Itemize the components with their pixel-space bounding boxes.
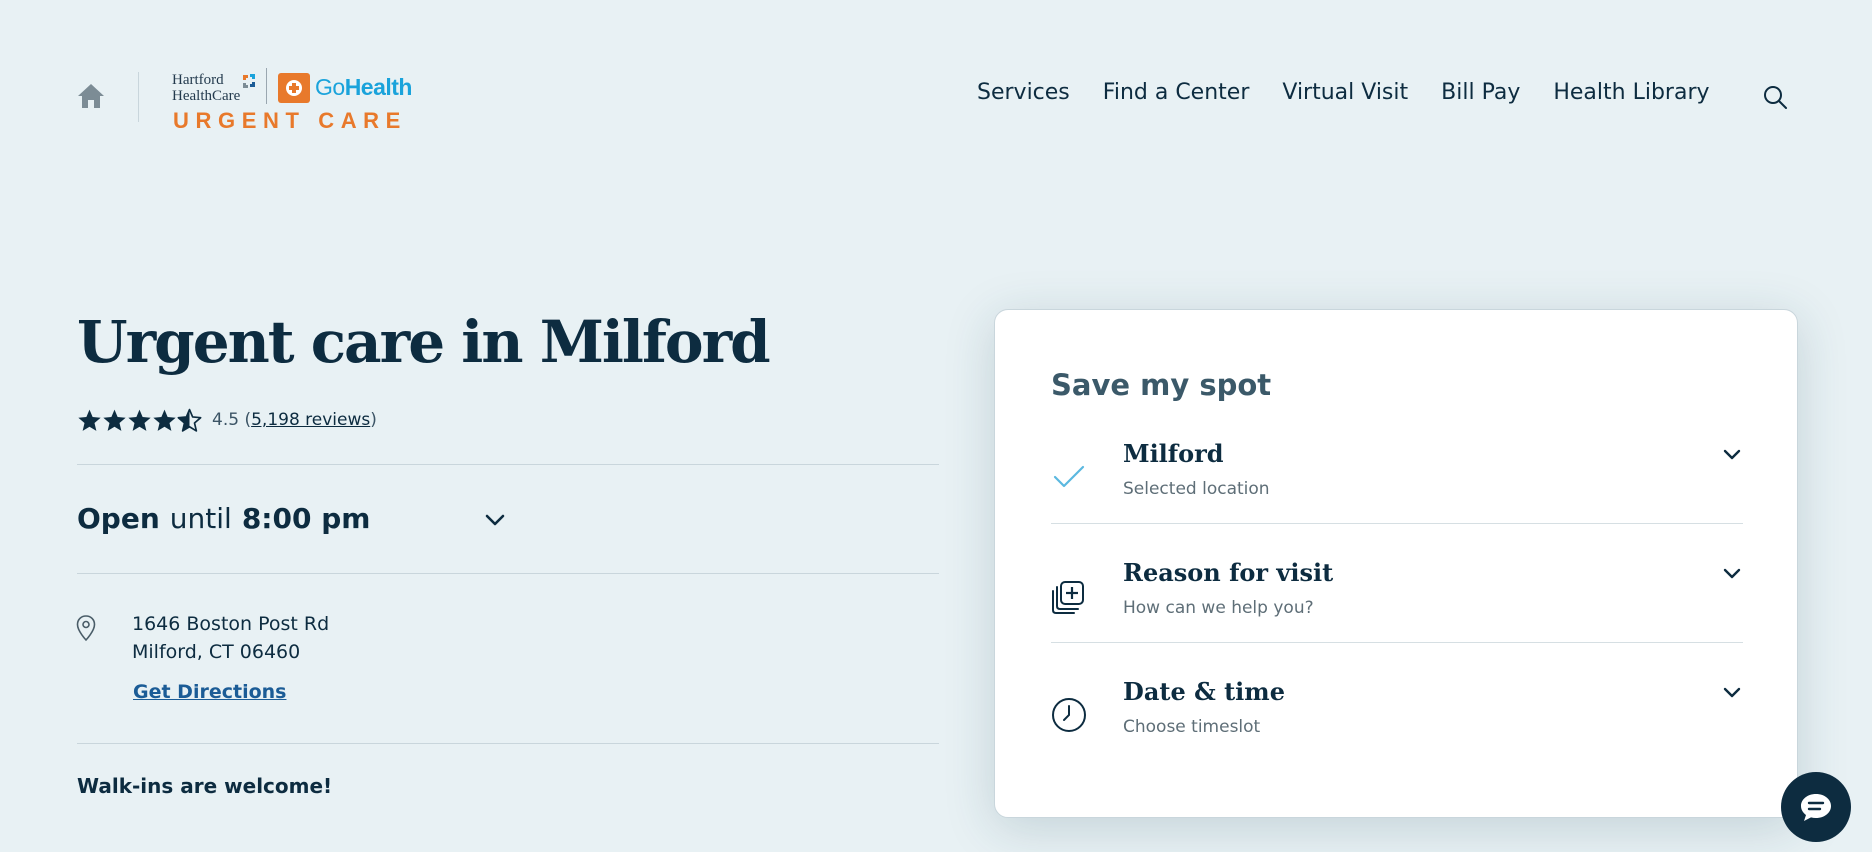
step-subtitle: Selected location: [1123, 479, 1270, 499]
save-my-spot-card: Save my spot Milford Selected location R…: [994, 309, 1798, 818]
rating-value: 4.5: [212, 410, 240, 430]
chevron-down-icon[interactable]: [483, 508, 507, 532]
star-half-icon: [177, 408, 202, 432]
nav-bill-pay[interactable]: Bill Pay: [1441, 80, 1520, 105]
chevron-down-icon[interactable]: [1721, 443, 1743, 465]
step-divider: [1051, 642, 1743, 643]
chat-button[interactable]: [1781, 772, 1851, 842]
center-address: 1646 Boston Post Rd Milford, CT 06460: [132, 610, 329, 666]
rating-text: 4.5 (5,198 reviews): [212, 410, 377, 430]
rating-summary: 4.5 (5,198 reviews): [77, 406, 377, 434]
hours-until: until: [169, 502, 232, 535]
nav-health-library[interactable]: Health Library: [1553, 80, 1709, 105]
address-line-2: Milford, CT 06460: [132, 641, 301, 663]
step-date-time[interactable]: Date & time Choose timeslot: [1051, 677, 1743, 796]
divider: [77, 464, 939, 465]
hours-status: Open: [77, 502, 160, 535]
step-reason[interactable]: Reason for visit How can we help you?: [1051, 558, 1743, 677]
header-divider: [138, 72, 139, 122]
medical-plus-icon: [1052, 581, 1084, 614]
step-title: Date & time: [1123, 677, 1285, 706]
check-icon: [1053, 465, 1085, 488]
hartford-healthcare-mark-icon: [243, 74, 255, 88]
step-location[interactable]: Milford Selected location: [1051, 439, 1743, 558]
nav-find-a-center[interactable]: Find a Center: [1103, 80, 1250, 105]
nav-services[interactable]: Services: [977, 80, 1070, 105]
chat-bubble-icon: [1801, 794, 1831, 821]
hartford-gohealth-logo[interactable]: Hartford HealthCare GoHealth URGENT CARE: [172, 68, 432, 134]
star-rating: [77, 408, 202, 433]
urgent-care-wordmark: URGENT CARE: [173, 108, 407, 133]
hartford-healthcare-wordmark: Hartford HealthCare: [172, 72, 241, 104]
star-full-icon: [153, 409, 176, 431]
divider: [77, 743, 939, 744]
star-full-icon: [128, 409, 151, 431]
step-subtitle: Choose timeslot: [1123, 717, 1261, 737]
step-divider: [1051, 523, 1743, 524]
step-title: Milford: [1123, 439, 1224, 468]
star-full-icon: [103, 409, 126, 431]
walkins-notice: Walk-ins are welcome!: [77, 774, 333, 798]
star-full-icon: [78, 409, 101, 431]
search-icon[interactable]: [1762, 84, 1788, 110]
step-title: Reason for visit: [1123, 558, 1334, 587]
gohealth-badge-icon: [278, 73, 310, 103]
logo-separator: [266, 68, 267, 104]
clock-icon: [1052, 698, 1086, 732]
gohealth-wordmark: GoHealth: [315, 74, 412, 100]
hours-closing-time: 8:00 pm: [241, 502, 371, 535]
address-line-1: 1646 Boston Post Rd: [132, 613, 330, 635]
home-icon[interactable]: [76, 82, 106, 110]
page-title: Urgent care in Milford: [77, 308, 771, 376]
step-subtitle: How can we help you?: [1123, 598, 1314, 618]
reviews-link[interactable]: 5,198 reviews: [251, 410, 370, 430]
site-header: Hartford HealthCare GoHealth URGENT CARE…: [0, 0, 1872, 190]
card-title: Save my spot: [1051, 368, 1272, 402]
chevron-down-icon[interactable]: [1721, 681, 1743, 703]
chevron-down-icon[interactable]: [1721, 562, 1743, 584]
location-pin-icon: [76, 615, 96, 642]
get-directions-link[interactable]: Get Directions: [133, 681, 286, 703]
hours-toggle[interactable]: Open until 8:00 pm: [77, 502, 370, 535]
nav-virtual-visit[interactable]: Virtual Visit: [1282, 80, 1408, 105]
main-nav: Services Find a Center Virtual Visit Bil…: [977, 80, 1743, 105]
divider: [77, 573, 939, 574]
